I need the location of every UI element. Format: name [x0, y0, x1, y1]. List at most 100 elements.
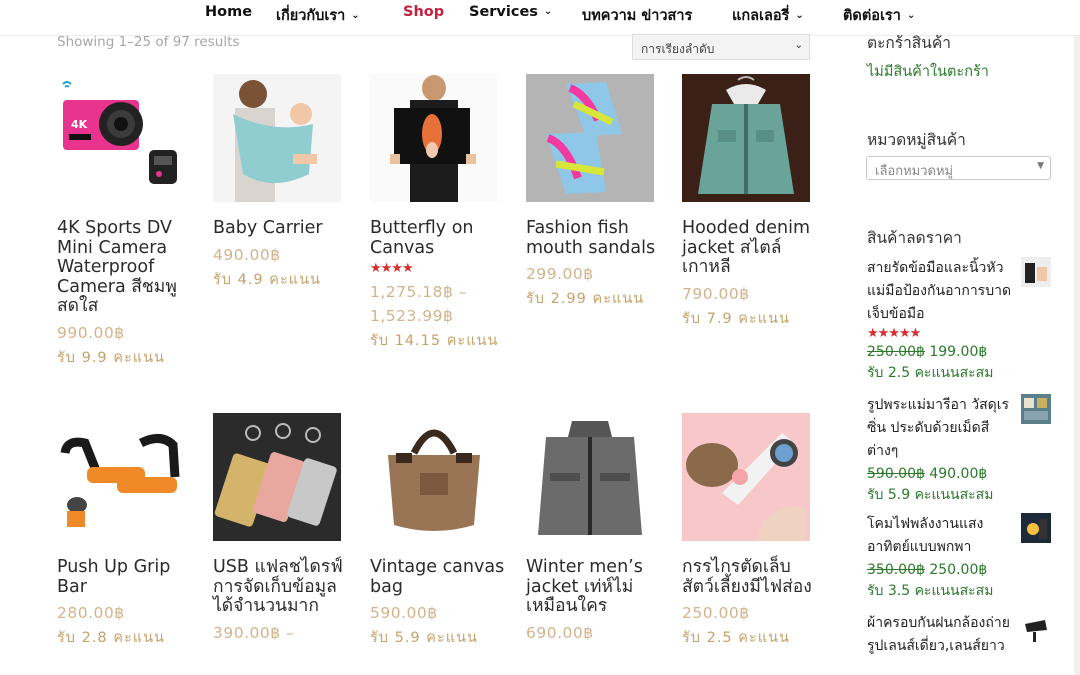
- sale-item-points: รับ 3.5 คะแนนสะสม: [867, 583, 994, 599]
- product-card[interactable]: 4K 4K Sports DV Mini Camera Waterproof C…: [57, 74, 197, 369]
- old-price: 250.00฿: [867, 344, 925, 360]
- sort-dropdown[interactable]: การเรียงลำดับ ⌄: [632, 34, 810, 60]
- sale-item-name[interactable]: โคมไฟพลังงานแสงอาทิตย์แบบพกพา: [867, 513, 1017, 559]
- product-points: รับ 4.9 คะแนน: [213, 271, 321, 288]
- sale-item-name[interactable]: สายรัดข้อมือและนิ้วหัวแม่มือป้องกันอาการ…: [867, 257, 1017, 326]
- product-price: 1,275.18฿ – 1,523.99฿: [370, 283, 468, 325]
- product-price: 490.00฿: [213, 245, 281, 264]
- product-price: 990.00฿: [57, 323, 125, 342]
- chevron-down-icon: ⌄: [794, 40, 803, 51]
- product-name[interactable]: Vintage canvas bag: [370, 557, 510, 597]
- product-points: รับ 14.15 คะแนน: [370, 333, 499, 349]
- result-count: Showing 1–25 of 97 results: [57, 34, 240, 50]
- solar-lamp-icon[interactable]: [1021, 513, 1051, 543]
- rating-stars: ★★★★★: [867, 326, 921, 341]
- statue-icon[interactable]: [1021, 394, 1051, 424]
- nav-articles-label: บทความ ข่าวสาร: [582, 8, 693, 24]
- baby-carrier-icon[interactable]: [213, 74, 341, 202]
- product-price: 250.00฿: [682, 604, 750, 622]
- chevron-down-icon: ⌄: [351, 10, 360, 21]
- nav-shop[interactable]: Shop: [403, 4, 444, 20]
- sale-item-points: รับ 2.5 คะแนนสะสม: [867, 365, 994, 381]
- new-price: 199.00฿: [929, 344, 988, 360]
- cart-empty-message: ไม่มีสินค้าในตะกร้า: [867, 64, 989, 80]
- chevron-down-icon: ⌄: [906, 10, 916, 21]
- sale-item[interactable]: ผ้าครอบกันฝนกล้องถ่ายรูปเลนส์เดี่ยว,เลนส…: [867, 612, 1053, 658]
- scrollbar[interactable]: [1074, 36, 1080, 675]
- old-price: 350.00฿: [867, 562, 925, 578]
- sale-item-price: 590.00฿ 490.00฿: [867, 463, 1053, 485]
- category-dropdown[interactable]: เลือกหมวดหมู่ ▼: [866, 156, 1051, 180]
- product-price: 590.00฿: [370, 604, 438, 622]
- product-card[interactable]: กรรไกรตัดเล็บสัตว์เลี้ยงมีไฟส่อง 250.00฿…: [682, 413, 822, 649]
- nail-clipper-icon[interactable]: [682, 413, 810, 541]
- nav-services-label: Services: [469, 4, 538, 20]
- nav-gallery[interactable]: แกลเลอรี่ ⌄: [732, 4, 804, 27]
- product-name[interactable]: Butterfly on Canvas: [370, 218, 510, 258]
- nav-home-label: Home: [205, 4, 253, 20]
- chevron-down-icon: ⌄: [543, 6, 553, 17]
- product-price: 790.00฿: [682, 284, 750, 303]
- product-price: 390.00฿ –: [213, 623, 295, 642]
- svg-text:4K: 4K: [71, 118, 88, 131]
- pushup-bar-icon[interactable]: [57, 413, 185, 541]
- product-card[interactable]: Fashion fish mouth sandals 299.00฿ รับ 2…: [526, 74, 666, 310]
- rain-cover-icon[interactable]: [1021, 614, 1051, 644]
- sale-item-points: รับ 5.9 คะแนนสะสม: [867, 487, 994, 503]
- product-price: 280.00฿: [57, 604, 125, 622]
- wrist-strap-icon[interactable]: [1021, 257, 1051, 287]
- product-name[interactable]: Hooded denim jacket สไตล์เกาหลี: [682, 218, 822, 278]
- camera-icon[interactable]: 4K: [57, 74, 185, 202]
- product-card[interactable]: USB แฟลชไดรฟ์ การจัดเก็บข้อมูลได้จำนวนมา…: [213, 413, 353, 645]
- nav-contact[interactable]: ติดต่อเรา ⌄: [843, 4, 915, 27]
- sale-title: สินค้าลดราคา: [867, 229, 962, 247]
- product-name[interactable]: USB แฟลชไดรฟ์ การจัดเก็บข้อมูลได้จำนวนมา…: [213, 557, 353, 617]
- product-price: 690.00฿: [526, 623, 594, 642]
- product-card[interactable]: Butterfly on Canvas ★★★★ 1,275.18฿ – 1,5…: [370, 74, 510, 352]
- new-price: 250.00฿: [929, 562, 988, 578]
- nav-gallery-label: แกลเลอรี่: [732, 8, 790, 24]
- product-card[interactable]: Push Up Grip Bar 280.00฿ รับ 2.8 คะแนน: [57, 413, 197, 649]
- bag-icon[interactable]: [370, 413, 498, 541]
- sale-item[interactable]: รูปพระแม่มารีอา วัสดุเรซิ่น ประดับด้วยเม…: [867, 394, 1053, 505]
- nav-about-label: เกี่ยวกับเรา: [276, 8, 346, 24]
- sale-item-price: 350.00฿ 250.00฿: [867, 559, 1053, 581]
- product-name[interactable]: Fashion fish mouth sandals: [526, 218, 666, 258]
- new-price: 490.00฿: [929, 466, 988, 482]
- nav-about[interactable]: เกี่ยวกับเรา ⌄: [276, 4, 360, 27]
- product-card[interactable]: Baby Carrier 490.00฿ รับ 4.9 คะแนน: [213, 74, 353, 291]
- product-card[interactable]: Hooded denim jacket สไตล์เกาหลี 790.00฿ …: [682, 74, 822, 330]
- nav-articles[interactable]: บทความ ข่าวสาร: [582, 4, 692, 27]
- sale-item[interactable]: โคมไฟพลังงานแสงอาทิตย์แบบพกพา 350.00฿ 25…: [867, 513, 1053, 601]
- nav-services[interactable]: Services ⌄: [469, 4, 552, 20]
- product-name[interactable]: Push Up Grip Bar: [57, 557, 197, 597]
- product-card[interactable]: Winter men’s jacket เท่ห์ไม่เหมือนใคร 69…: [526, 413, 666, 645]
- sort-value: การเรียงลำดับ: [641, 42, 715, 56]
- category-title: หมวดหมู่สินค้า: [867, 131, 966, 149]
- product-points: รับ 9.9 คะแนน: [57, 349, 165, 366]
- chevron-down-icon: ⌄: [795, 10, 804, 21]
- denim-jacket-icon[interactable]: [682, 74, 810, 202]
- category-placeholder: เลือกหมวดหมู่: [875, 164, 954, 179]
- product-name[interactable]: Baby Carrier: [213, 218, 353, 239]
- product-name[interactable]: 4K Sports DV Mini Camera Waterproof Came…: [57, 218, 197, 317]
- usb-drive-icon[interactable]: [213, 413, 341, 541]
- winter-jacket-icon[interactable]: [526, 413, 654, 541]
- nav-contact-label: ติดต่อเรา: [843, 8, 901, 24]
- product-points: รับ 2.5 คะแนน: [682, 630, 790, 646]
- product-name[interactable]: กรรไกรตัดเล็บสัตว์เลี้ยงมีไฟส่อง: [682, 557, 822, 597]
- product-points: รับ 5.9 คะแนน: [370, 630, 478, 646]
- sale-item[interactable]: สายรัดข้อมือและนิ้วหัวแม่มือป้องกันอาการ…: [867, 257, 1053, 383]
- nav-home[interactable]: Home: [205, 4, 252, 20]
- product-card[interactable]: Vintage canvas bag 590.00฿ รับ 5.9 คะแนน: [370, 413, 510, 649]
- nav-shop-label: Shop: [403, 4, 445, 20]
- sale-item-name[interactable]: รูปพระแม่มารีอา วัสดุเรซิ่น ประดับด้วยเม…: [867, 394, 1017, 463]
- product-points: รับ 2.99 คะแนน: [526, 291, 645, 307]
- product-name[interactable]: Winter men’s jacket เท่ห์ไม่เหมือนใคร: [526, 557, 666, 617]
- rating-stars: ★★★★: [370, 261, 414, 276]
- product-points: รับ 2.8 คะแนน: [57, 630, 165, 646]
- sandals-icon[interactable]: [526, 74, 654, 202]
- chevron-down-icon: ▼: [1037, 161, 1044, 171]
- canvas-print-icon[interactable]: [370, 74, 498, 202]
- sale-item-name[interactable]: ผ้าครอบกันฝนกล้องถ่ายรูปเลนส์เดี่ยว,เลนส…: [867, 612, 1017, 658]
